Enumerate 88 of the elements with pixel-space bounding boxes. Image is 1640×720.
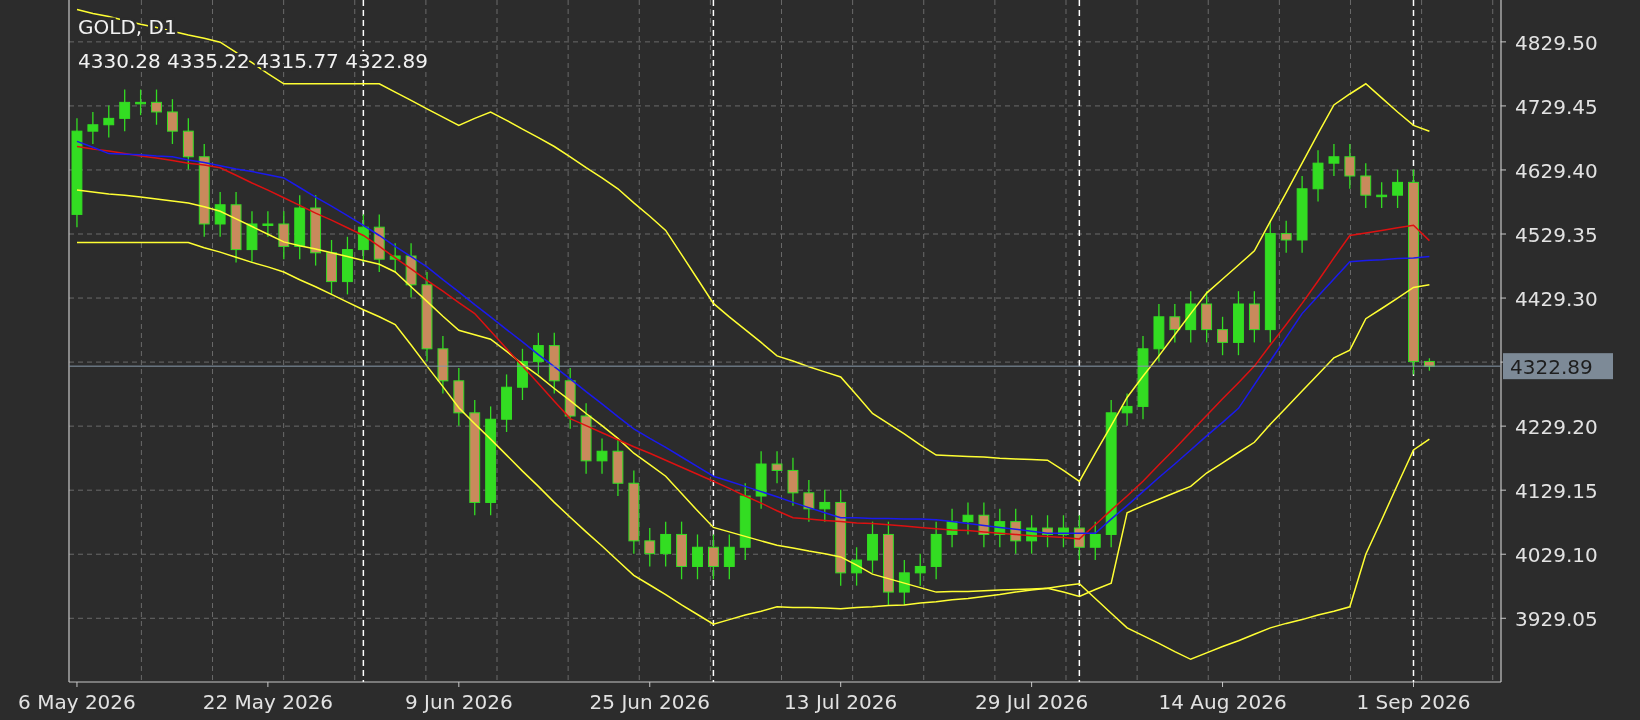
bullish-candlestick bbox=[389, 242, 401, 273]
bullish-candlestick bbox=[214, 191, 226, 238]
price-axis-label: 4729.45 bbox=[1515, 94, 1598, 119]
bullish-candlestick bbox=[119, 88, 131, 132]
bearish-candlestick bbox=[548, 332, 560, 395]
bullish-candlestick bbox=[596, 437, 608, 475]
bearish-candlestick bbox=[564, 367, 576, 430]
bearish-candlestick bbox=[1217, 316, 1228, 356]
bearish-candlestick bbox=[978, 501, 990, 548]
bullish-candlestick bbox=[660, 521, 672, 568]
bullish-candlestick bbox=[946, 508, 958, 548]
bullish-candlestick bbox=[930, 521, 942, 580]
bullish-candlestick bbox=[357, 213, 369, 264]
bearish-candlestick bbox=[787, 457, 799, 507]
ohlc-readout: 4330.28 4335.22 4315.77 4322.89 bbox=[78, 49, 428, 73]
bullish-candlestick bbox=[1328, 143, 1340, 177]
date-axis-label: 9 Jun 2026 bbox=[405, 690, 513, 714]
bearish-candlestick bbox=[771, 450, 783, 484]
bullish-candlestick bbox=[867, 521, 878, 574]
price-axis-label: 4229.20 bbox=[1515, 415, 1598, 440]
bullish-candlestick bbox=[723, 533, 735, 580]
bearish-candlestick bbox=[1169, 303, 1181, 344]
price-axis-label: 4529.35 bbox=[1515, 223, 1598, 247]
bullish-candlestick bbox=[994, 508, 1006, 548]
date-axis-label: 14 Aug 2026 bbox=[1158, 690, 1287, 714]
bearish-candlestick bbox=[167, 98, 178, 145]
bearish-candlestick bbox=[1010, 508, 1022, 555]
bearish-candlestick bbox=[437, 335, 449, 395]
bullish-candlestick bbox=[1185, 290, 1197, 344]
bullish-candlestick bbox=[103, 104, 115, 139]
price-axis-label: 4129.15 bbox=[1515, 479, 1598, 504]
bullish-candlestick bbox=[262, 210, 274, 238]
bullish-candlestick bbox=[1312, 149, 1324, 203]
bearish-candlestick bbox=[612, 437, 624, 497]
bearish-candlestick bbox=[373, 213, 385, 273]
bullish-candlestick bbox=[294, 194, 306, 260]
bullish-candlestick bbox=[755, 450, 767, 510]
bullish-candlestick bbox=[87, 111, 99, 145]
bearish-candlestick bbox=[1360, 162, 1372, 209]
bearish-candlestick bbox=[644, 527, 656, 568]
current-price-tag: 4322.89 bbox=[1503, 353, 1613, 380]
bullish-candlestick bbox=[1376, 181, 1388, 209]
bearish-candlestick bbox=[676, 521, 687, 580]
bearish-candlestick bbox=[278, 210, 290, 260]
bearish-candlestick bbox=[1280, 220, 1292, 254]
bearish-candlestick bbox=[803, 479, 815, 523]
bullish-candlestick bbox=[692, 533, 703, 580]
date-axis-label: 13 Jul 2026 bbox=[784, 690, 898, 714]
bearish-candlestick bbox=[182, 117, 194, 171]
ref-line-label: 4322.89 bbox=[1510, 355, 1593, 380]
bullish-candlestick bbox=[501, 373, 512, 433]
bearish-candlestick bbox=[1073, 514, 1085, 561]
bullish-candlestick bbox=[1089, 521, 1101, 561]
bullish-candlestick bbox=[1153, 303, 1165, 363]
price-axis-label: 4029.10 bbox=[1515, 543, 1598, 568]
bearish-candlestick bbox=[1201, 290, 1213, 344]
bullish-candlestick bbox=[517, 348, 528, 401]
bullish-candlestick bbox=[246, 210, 258, 264]
price-axis-label: 3929.05 bbox=[1515, 607, 1598, 632]
bearish-candlestick bbox=[1344, 143, 1356, 190]
date-axis-label: 29 Jul 2026 bbox=[975, 690, 1089, 714]
bearish-candlestick bbox=[326, 239, 337, 296]
bearish-candlestick bbox=[1042, 514, 1053, 548]
bullish-candlestick bbox=[962, 501, 974, 536]
bearish-candlestick bbox=[151, 88, 162, 126]
price-axis-label: 4629.40 bbox=[1515, 158, 1598, 183]
price-axis-label: 4829.50 bbox=[1515, 30, 1598, 55]
bearish-candlestick bbox=[1248, 290, 1260, 344]
bullish-candlestick bbox=[342, 236, 353, 296]
bullish-candlestick bbox=[532, 332, 544, 376]
bearish-candlestick bbox=[453, 367, 465, 427]
date-axis-label: 22 May 2026 bbox=[202, 690, 334, 714]
bullish-candlestick bbox=[851, 546, 863, 587]
bearish-candlestick bbox=[1423, 357, 1435, 372]
bullish-candlestick bbox=[819, 489, 831, 523]
date-axis-label: 1 Sep 2026 bbox=[1356, 690, 1471, 714]
bullish-candlestick bbox=[135, 88, 147, 116]
bullish-candlestick bbox=[1392, 168, 1403, 209]
date-axis-label: 25 Jun 2026 bbox=[589, 690, 710, 714]
price-axis-label: 4429.30 bbox=[1515, 287, 1598, 312]
bullish-candlestick bbox=[914, 553, 926, 587]
bullish-candlestick bbox=[1121, 392, 1133, 427]
bearish-candlestick bbox=[707, 533, 719, 580]
bullish-candlestick bbox=[1233, 290, 1244, 356]
bearish-candlestick bbox=[405, 242, 417, 299]
bullish-candlestick bbox=[898, 559, 910, 606]
date-axis-label: 6 May 2026 bbox=[18, 690, 136, 714]
bullish-candlestick bbox=[1058, 514, 1069, 548]
